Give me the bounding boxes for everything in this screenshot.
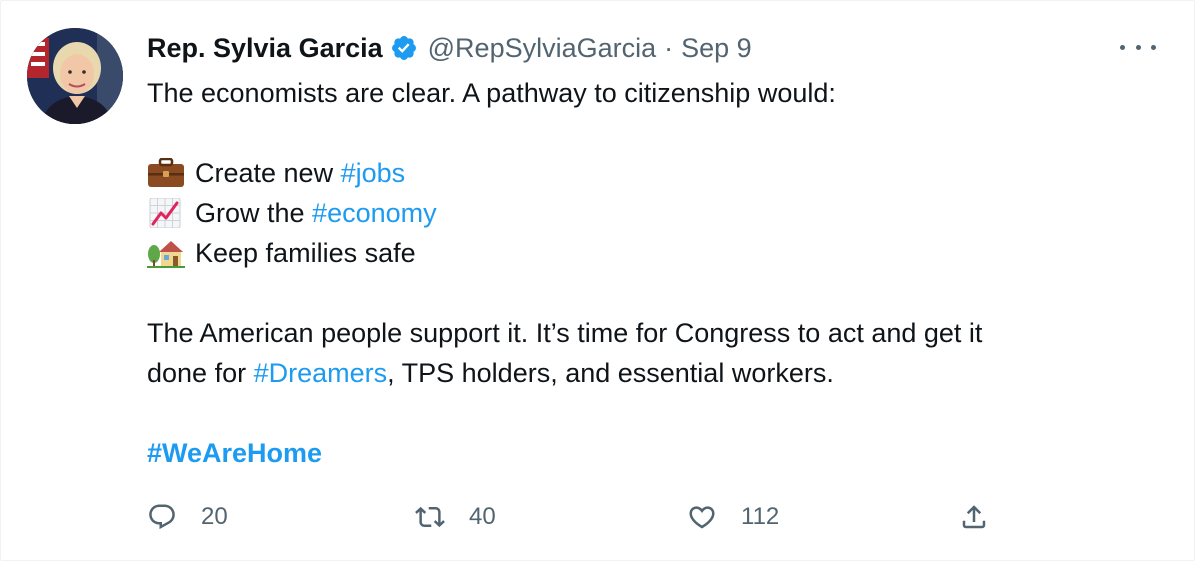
tweet-card[interactable]: Rep. Sylvia Garcia @RepSylviaGarcia · Se… — [0, 0, 1195, 561]
hashtag-dreamers-link[interactable]: #Dreamers — [254, 353, 388, 393]
verified-badge-icon — [390, 34, 418, 62]
retweet-count: 40 — [469, 503, 496, 530]
author-display-name[interactable]: Rep. Sylvia Garcia — [147, 33, 383, 64]
briefcase-icon — [147, 157, 185, 188]
heart-icon — [689, 506, 715, 529]
bullet-economy: Grow the #economy — [147, 193, 1147, 233]
paragraph-line-2-suffix: , TPS holders, and essential workers. — [387, 358, 834, 388]
retweet-button[interactable]: 40 — [415, 497, 496, 537]
house-with-garden-icon — [147, 238, 185, 268]
tweet-actions: 20 40 112 — [147, 497, 1047, 537]
reply-button[interactable]: 20 — [147, 497, 228, 537]
share-icon — [962, 505, 986, 529]
closing-hashtag-line: #WeAreHome — [147, 433, 1147, 473]
avatar[interactable] — [27, 28, 123, 124]
hashtag-economy-link[interactable]: #economy — [312, 193, 437, 233]
reply-count: 20 — [201, 503, 228, 530]
like-count: 112 — [741, 503, 780, 530]
hashtag-wearehome-link[interactable]: #WeAreHome — [147, 433, 322, 473]
paragraph-line-2: done for #Dreamers , TPS holders, and es… — [147, 353, 1147, 393]
paragraph-line-1: The American people support it. It’s tim… — [147, 318, 983, 348]
tweet-header: Rep. Sylvia Garcia @RepSylviaGarcia · Se… — [147, 31, 752, 65]
bullet-families-text: Keep families safe — [195, 238, 416, 268]
like-button[interactable]: 112 — [687, 497, 779, 537]
share-button[interactable] — [959, 497, 989, 537]
hashtag-jobs-link[interactable]: #jobs — [341, 153, 406, 193]
avatar-photo — [27, 28, 123, 124]
bullet-jobs-text: Create new — [195, 158, 341, 188]
retweet-icon — [415, 506, 445, 528]
tweet-timestamp[interactable]: Sep 9 — [681, 33, 752, 64]
author-handle[interactable]: @RepSylviaGarcia — [428, 33, 657, 64]
reply-icon — [149, 504, 175, 530]
more-options-icon[interactable] — [1120, 35, 1156, 59]
header-separator: · — [664, 32, 674, 63]
bullet-economy-text: Grow the — [195, 198, 313, 228]
tweet-text: The economists are clear. A pathway to c… — [147, 73, 1147, 473]
tweet-intro: The economists are clear. A pathway to c… — [147, 78, 836, 108]
paragraph-line-2-prefix: done for — [147, 358, 254, 388]
bullet-jobs: Create new #jobs — [147, 153, 1147, 193]
bullet-families: Keep families safe — [147, 233, 1147, 273]
chart-increasing-icon — [147, 197, 185, 229]
